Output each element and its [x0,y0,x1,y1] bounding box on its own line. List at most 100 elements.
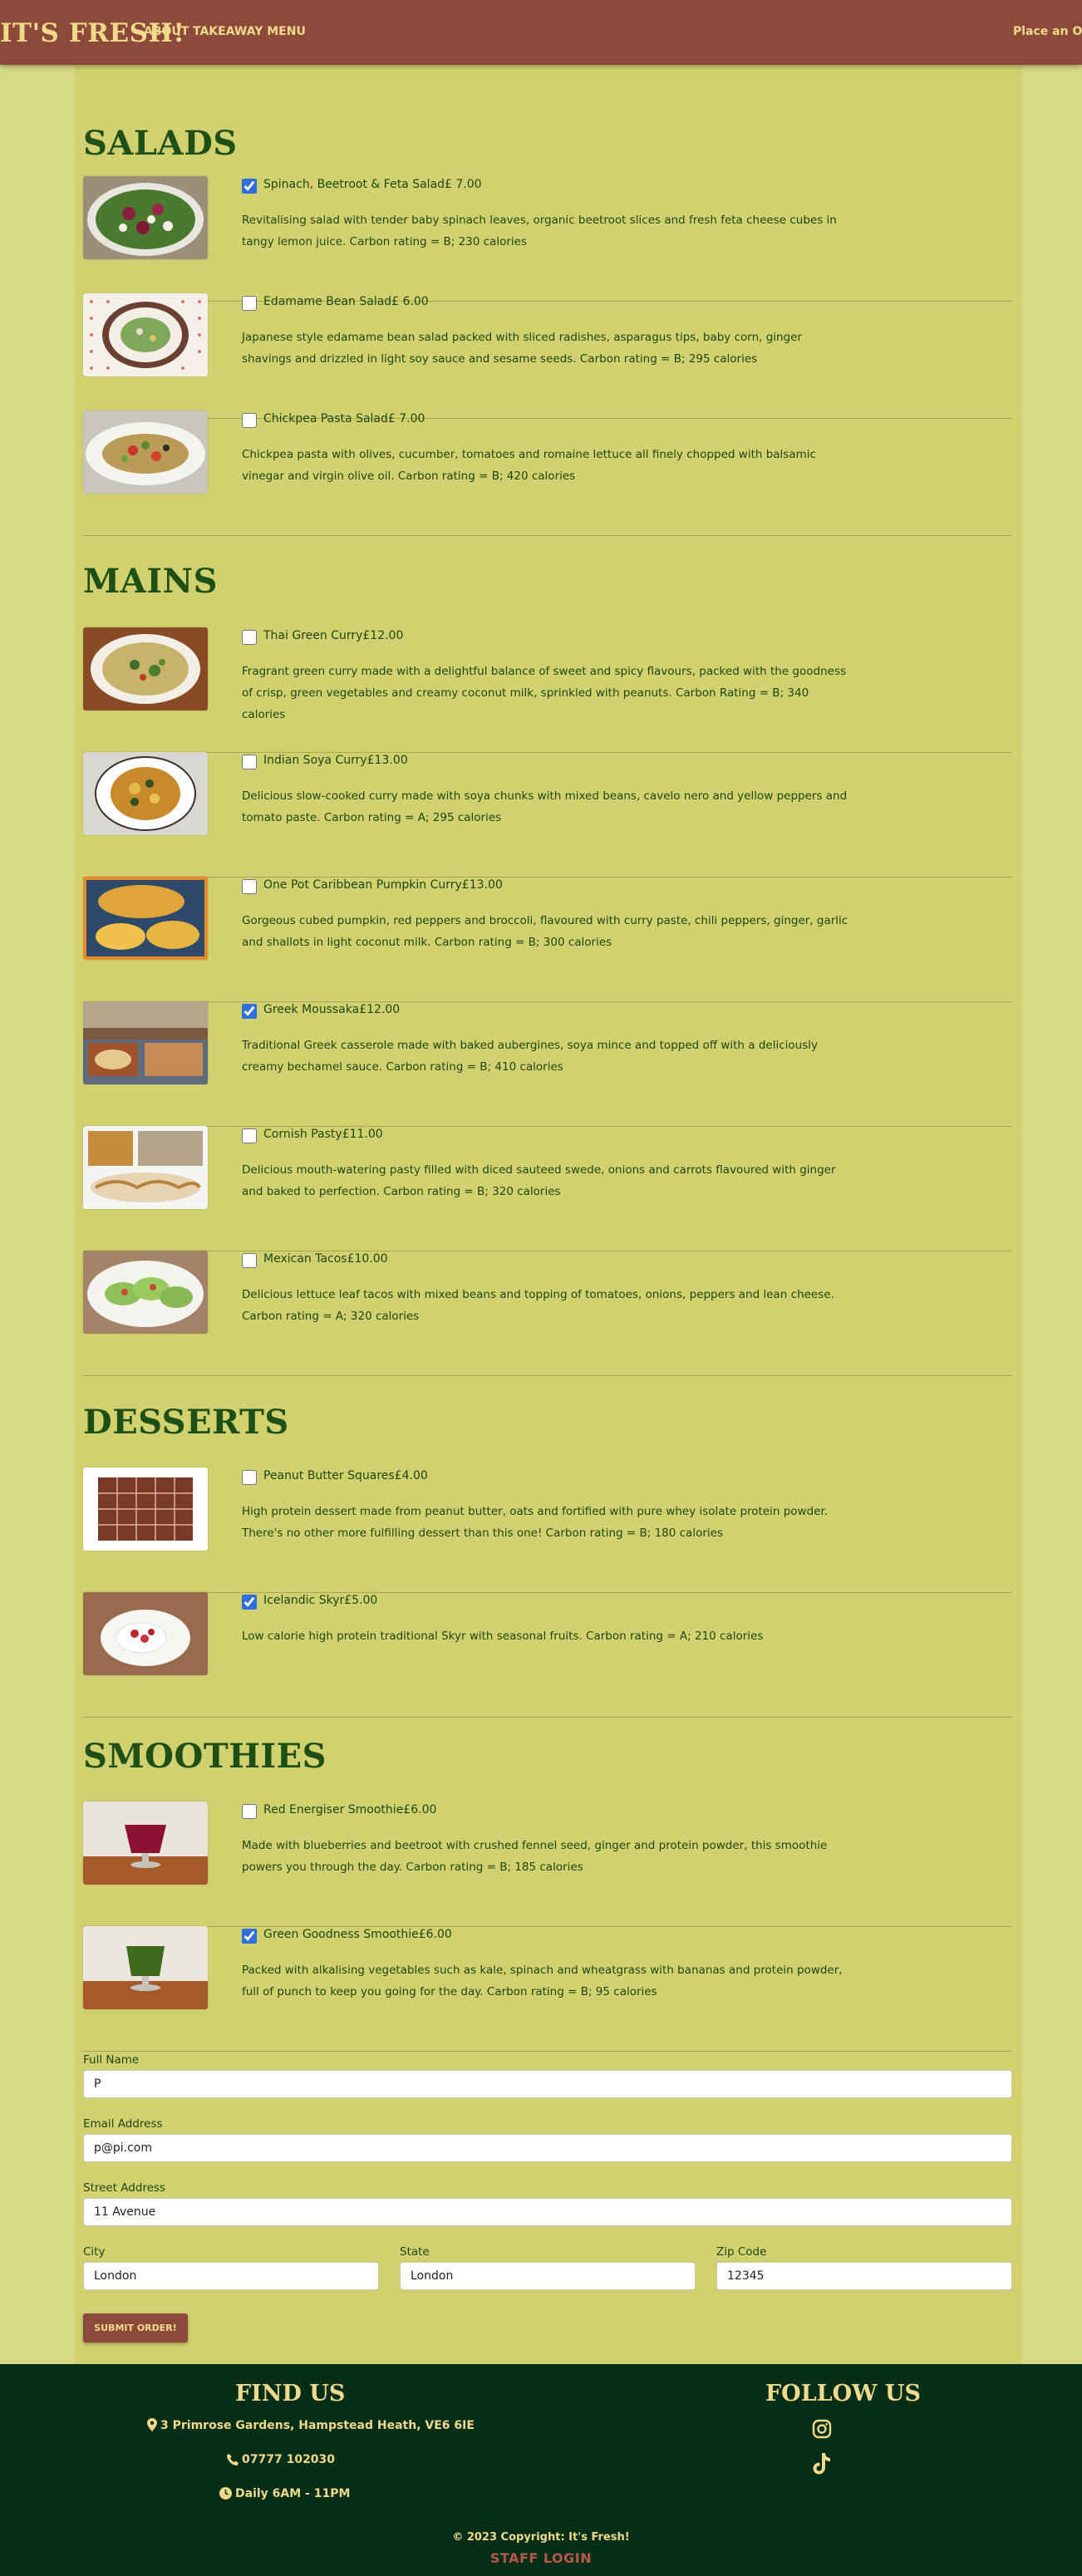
map-pin-icon [147,2418,157,2431]
food-image [83,1251,208,1334]
item-checkbox[interactable] [242,1470,257,1485]
item-name: Red Energiser Smoothie£6.00 [263,1803,437,1816]
menu-item: Greek Moussaka£12.00 Traditional Greek c… [83,1001,1012,1127]
item-name: Spinach, Beetroot & Feta Salad£ 7.00 [263,178,482,191]
item-checkbox[interactable] [242,755,257,769]
footer-hours: Daily 6AM - 11PM [219,2487,350,2500]
find-us-heading: FIND US [235,2381,346,2406]
item-name: Indian Soya Curry£13.00 [263,754,408,767]
menu-item: Indian Soya Curry£13.00 Delicious slow-c… [83,752,1012,878]
phone-text: 07777 102030 [242,2453,336,2466]
food-image [83,877,208,960]
food-image [83,627,208,710]
hours-text: Daily 6AM - 11PM [235,2487,351,2500]
nav-link-takeaway-menu[interactable]: TAKEAWAY MENU [193,25,306,38]
email-field[interactable] [83,2134,1012,2162]
item-description: Packed with alkalising vegetables such a… [242,1964,843,1998]
item-name: Peanut Butter Squares£4.00 [263,1469,428,1482]
item-description: Chickpea pasta with olives, cucumber, to… [242,448,816,483]
tiktok-icon[interactable] [813,2453,831,2478]
item-checkbox[interactable] [242,1004,257,1019]
item-description: Fragrant green curry made with a delight… [242,665,847,721]
item-checkbox[interactable] [242,1804,257,1819]
city-label: City [83,2245,106,2259]
item-checkbox[interactable] [242,296,257,311]
footer-address: 3 Primrose Gardens, Hampstead Heath, VE6… [147,2418,475,2432]
food-image [83,410,208,494]
footer-phone: 07777 102030 [227,2453,335,2466]
food-image [83,1467,208,1551]
item-name: One Pot Caribbean Pumpkin Curry£13.00 [263,878,503,892]
item-description: Delicious mouth-watering pasty filled wi… [242,1163,836,1198]
footer: FIND US 3 Primrose Gardens, Hampstead He… [0,2364,1082,2576]
fullname-field[interactable] [83,2070,1012,2098]
navbar: IT'S FRESH! ABOUT TAKEAWAY MENU Place an… [0,0,1082,65]
menu-item: Thai Green Curry£12.00 Fragrant green cu… [83,627,1012,753]
item-description: Traditional Greek casserole made with ba… [242,1039,818,1074]
section-title-desserts: DESSERTS [83,1403,289,1442]
food-image [83,293,208,376]
food-image [83,1592,208,1675]
item-description: Low calorie high protein traditional Sky… [242,1630,764,1643]
food-image [83,1126,208,1209]
item-checkbox[interactable] [242,413,257,428]
item-name: Green Goodness Smoothie£6.00 [263,1928,452,1941]
menu-item: Red Energiser Smoothie£6.00 Made with bl… [83,1802,1012,1927]
item-description: Made with blueberries and beetroot with … [242,1839,828,1874]
section-title-mains: MAINS [83,562,218,601]
item-name: Icelandic Skyr£5.00 [263,1594,378,1607]
item-checkbox[interactable] [242,630,257,645]
food-image [83,1926,208,2009]
city-field[interactable] [83,2262,379,2290]
state-label: State [400,2245,430,2259]
menu-item: Spinach, Beetroot & Feta Salad£ 7.00 Rev… [83,176,1012,302]
food-image [83,176,208,259]
item-name: Mexican Tacos£10.00 [263,1252,388,1266]
clock-icon [219,2487,232,2500]
item-description: Delicious slow-cooked curry made with so… [242,789,848,824]
food-image [83,752,208,835]
email-label: Email Address [83,2117,163,2131]
item-checkbox[interactable] [242,1595,257,1610]
menu-container: SALADS Spinach, Beetroot & Feta Salad£ 7… [75,65,1022,2364]
section-title-smoothies: SMOOTHIES [83,1737,327,1776]
item-checkbox[interactable] [242,879,257,894]
address-text: 3 Primrose Gardens, Hampstead Heath, VE6… [160,2419,475,2432]
item-checkbox[interactable] [242,1253,257,1268]
menu-item: Cornish Pasty£11.00 Delicious mouth-wate… [83,1126,1012,1251]
item-description: Japanese style edamame bean salad packed… [242,331,803,366]
nav-link-place-order[interactable]: Place an Order [1013,25,1082,38]
food-image [83,1802,208,1885]
item-checkbox[interactable] [242,179,257,194]
fullname-label: Full Name [83,2053,140,2067]
zip-field[interactable] [716,2262,1012,2290]
item-description: High protein dessert made from peanut bu… [242,1505,829,1540]
item-name: Cornish Pasty£11.00 [263,1128,383,1141]
menu-item: Peanut Butter Squares£4.00 High protein … [83,1467,1012,1593]
staff-login-link[interactable]: STAFF LOGIN [0,2550,1082,2566]
item-description: Revitalising salad with tender baby spin… [242,214,837,248]
item-description: Gorgeous cubed pumpkin, red peppers and … [242,914,848,949]
menu-item: Mexican Tacos£10.00 Delicious lettuce le… [83,1251,1012,1376]
follow-us-heading: FOLLOW US [765,2381,921,2406]
menu-item: Icelandic Skyr£5.00 Low calorie high pro… [83,1592,1012,1718]
nav-link-about[interactable]: ABOUT [144,25,189,38]
state-field[interactable] [400,2262,696,2290]
item-name: Edamame Bean Salad£ 6.00 [263,295,429,308]
instagram-icon[interactable] [812,2419,832,2442]
food-image [83,1001,208,1084]
item-description: Delicious lettuce leaf tacos with mixed … [242,1288,834,1323]
phone-icon [227,2454,239,2465]
item-name: Thai Green Curry£12.00 [263,629,404,642]
item-checkbox[interactable] [242,1929,257,1944]
menu-item: Chickpea Pasta Salad£ 7.00 Chickpea past… [83,410,1012,536]
item-name: Chickpea Pasta Salad£ 7.00 [263,412,425,425]
item-checkbox[interactable] [242,1128,257,1143]
copyright-text: © 2023 Copyright: It's Fresh! [452,2531,630,2544]
menu-item: Edamame Bean Salad£ 6.00 Japanese style … [83,293,1012,419]
section-title-salads: SALADS [83,124,238,163]
submit-order-button[interactable]: SUBMIT ORDER! [83,2313,188,2342]
street-label: Street Address [83,2181,166,2195]
menu-item: One Pot Caribbean Pumpkin Curry£13.00 Go… [83,877,1012,1002]
street-field[interactable] [83,2198,1012,2226]
